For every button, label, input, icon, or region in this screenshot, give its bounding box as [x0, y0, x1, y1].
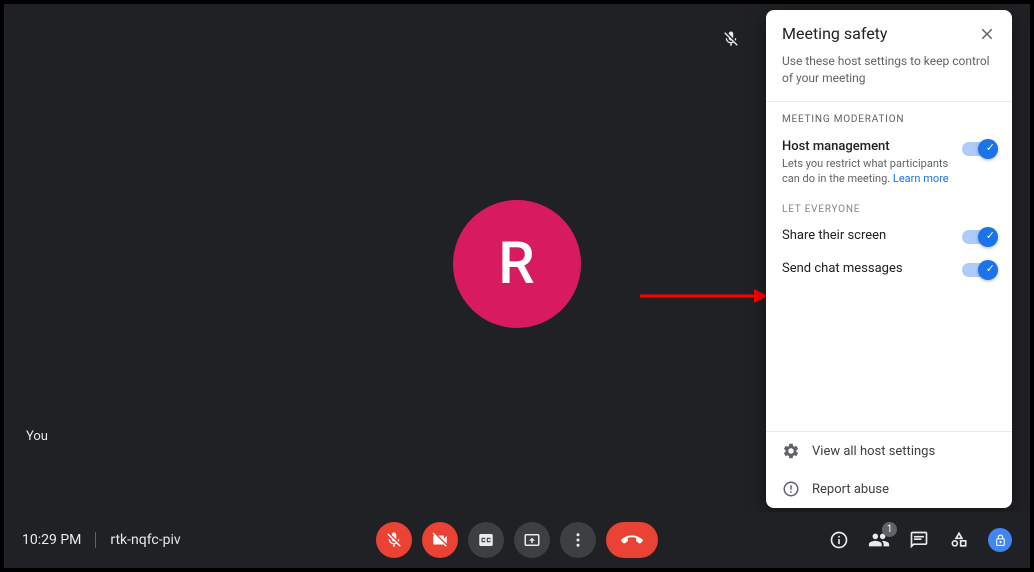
- more-vert-icon: [569, 531, 587, 549]
- lock-icon: [994, 534, 1007, 547]
- host-management-toggle[interactable]: ✓: [962, 142, 996, 156]
- bottom-right: 1: [828, 528, 1012, 552]
- view-all-host-settings-button[interactable]: View all host settings: [766, 432, 1012, 470]
- camera-off-icon: [431, 531, 449, 549]
- panel-title: Meeting safety: [782, 24, 887, 43]
- meeting-safety-panel: Meeting safety Use these host settings t…: [766, 10, 1012, 508]
- bottom-bar: 10:29 PM rtk-nqfc-piv: [4, 512, 1030, 568]
- share-screen-row: Share their screen ✓: [766, 219, 1012, 252]
- mic-off-icon: [385, 531, 403, 549]
- center-controls: [376, 522, 658, 558]
- let-everyone-title: LET EVERYONE: [766, 192, 1012, 219]
- present-icon: [523, 531, 541, 549]
- divider: [95, 532, 96, 548]
- host-management-label: Host management: [782, 139, 952, 154]
- participants-count-badge: 1: [882, 522, 897, 537]
- chat-button[interactable]: [908, 529, 930, 551]
- leave-call-button[interactable]: [606, 522, 658, 558]
- hangup-icon: [621, 529, 643, 551]
- shapes-icon: [949, 530, 969, 550]
- meeting-code: rtk-nqfc-piv: [110, 532, 180, 548]
- host-controls-button[interactable]: [988, 528, 1012, 552]
- host-management-sub: Lets you restrict what participants can …: [782, 156, 952, 187]
- meeting-details-button[interactable]: [828, 529, 850, 551]
- report-icon: [782, 480, 800, 498]
- clock-time: 10:29 PM: [22, 532, 81, 548]
- close-panel-button[interactable]: [978, 25, 996, 43]
- learn-more-link[interactable]: Learn more: [893, 172, 949, 185]
- info-icon: [829, 530, 849, 550]
- participant-avatar: R: [453, 200, 581, 328]
- bottom-left: 10:29 PM rtk-nqfc-piv: [22, 532, 181, 548]
- section-moderation-title: MEETING MODERATION: [766, 102, 1012, 133]
- self-label: You: [26, 429, 48, 444]
- microphone-button[interactable]: [376, 522, 412, 558]
- chat-icon: [909, 530, 929, 550]
- activities-button[interactable]: [948, 529, 970, 551]
- captions-button[interactable]: [468, 522, 504, 558]
- report-abuse-button[interactable]: Report abuse: [766, 470, 1012, 508]
- panel-header: Meeting safety: [766, 10, 1012, 53]
- avatar-letter: R: [498, 230, 536, 298]
- gear-icon: [782, 442, 800, 460]
- send-chat-toggle[interactable]: ✓: [962, 263, 996, 277]
- send-chat-row: Send chat messages ✓: [766, 252, 1012, 285]
- host-management-row: Host management Lets you restrict what p…: [766, 133, 1012, 193]
- panel-footer: View all host settings Report abuse: [766, 431, 1012, 508]
- share-screen-label: Share their screen: [782, 228, 886, 243]
- send-chat-label: Send chat messages: [782, 261, 903, 276]
- camera-button[interactable]: [422, 522, 458, 558]
- present-button[interactable]: [514, 522, 550, 558]
- mic-muted-icon: [722, 30, 740, 48]
- panel-description: Use these host settings to keep control …: [766, 53, 1012, 101]
- participants-button[interactable]: 1: [868, 529, 890, 551]
- captions-icon: [477, 531, 495, 549]
- meet-app: R You Meeting safety Use these host sett…: [0, 0, 1034, 572]
- more-options-button[interactable]: [560, 522, 596, 558]
- share-screen-toggle[interactable]: ✓: [962, 230, 996, 244]
